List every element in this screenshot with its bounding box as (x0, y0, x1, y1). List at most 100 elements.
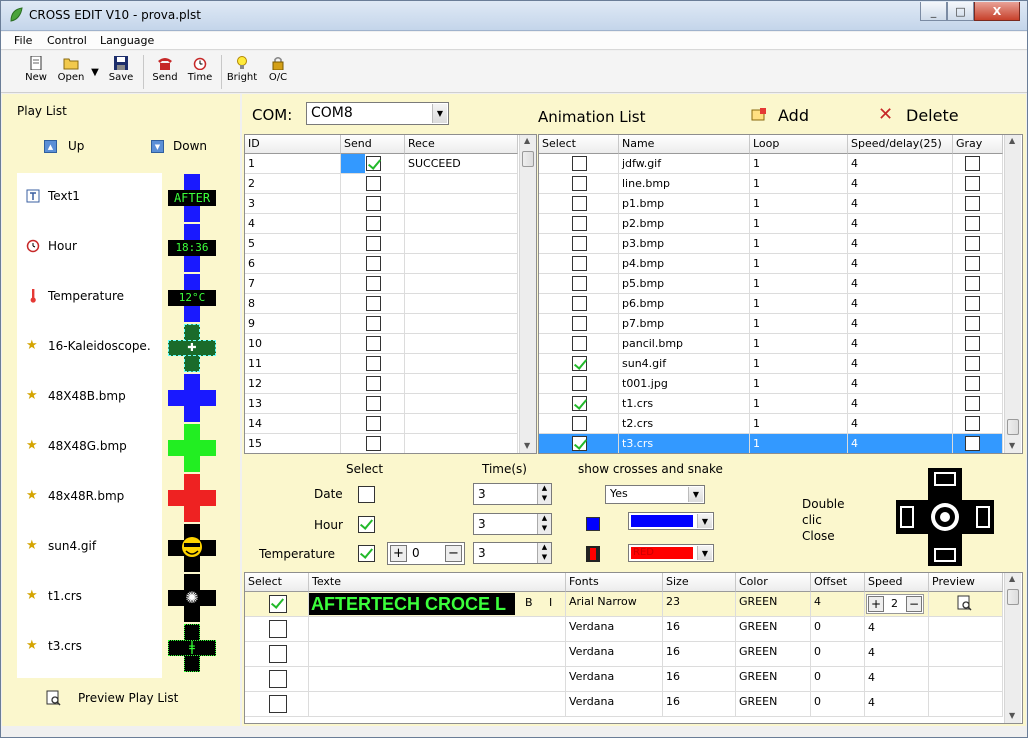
select-checkbox[interactable] (572, 256, 587, 271)
hour-time-spinner[interactable]: 3 ▲ ▼ (473, 513, 552, 535)
table-row[interactable]: 12 (245, 374, 518, 394)
preview-icon[interactable] (957, 595, 973, 611)
table-row[interactable]: 1 SUCCEED (245, 154, 518, 174)
hour-checkbox[interactable] (358, 516, 375, 533)
playlist-item[interactable]: ★ 48X48G.bmp (18, 424, 162, 474)
playlist-item[interactable]: ★ 48x48R.bmp (18, 474, 162, 524)
send-button[interactable]: Send (149, 53, 181, 91)
col-header[interactable]: Loop (750, 135, 848, 154)
table-row[interactable]: t3.crs 1 4 (539, 434, 1003, 453)
select-checkbox[interactable] (572, 436, 587, 451)
table-row[interactable]: 15 (245, 434, 518, 453)
table-row[interactable]: line.bmp 1 4 (539, 174, 1003, 194)
select-checkbox[interactable] (572, 276, 587, 291)
date-time-spinner[interactable]: 3 ▲ ▼ (473, 483, 552, 505)
col-header[interactable]: Select (539, 135, 619, 154)
col-header[interactable]: Select (245, 573, 309, 592)
send-checkbox[interactable] (366, 336, 381, 351)
select-checkbox[interactable] (572, 396, 587, 411)
save-button[interactable]: Save (105, 53, 137, 91)
menu-file[interactable]: File (14, 34, 32, 47)
table-row[interactable]: 4 (245, 214, 518, 234)
table-row[interactable]: t001.jpg 1 4 (539, 374, 1003, 394)
gray-checkbox[interactable] (965, 336, 980, 351)
table-row[interactable]: 9 (245, 314, 518, 334)
select-checkbox[interactable] (572, 316, 587, 331)
text-select-checkbox[interactable] (269, 620, 287, 638)
table-row[interactable]: jdfw.gif 1 4 (539, 154, 1003, 174)
minus-icon[interactable]: − (445, 545, 462, 562)
gray-checkbox[interactable] (965, 316, 980, 331)
table-row[interactable]: Verdana 16 GREEN 0 4 (245, 692, 1003, 717)
select-checkbox[interactable] (572, 416, 587, 431)
table-row[interactable]: 8 (245, 294, 518, 314)
playlist-item[interactable]: ★ sun4.gif (18, 524, 162, 574)
table-row[interactable]: t2.crs 1 4 (539, 414, 1003, 434)
italic-button[interactable]: I (549, 596, 552, 609)
down-button[interactable]: ▼ Down (151, 139, 221, 155)
col-header[interactable]: Fonts (566, 573, 663, 592)
select-checkbox[interactable] (572, 176, 587, 191)
send-checkbox[interactable] (366, 276, 381, 291)
table-row[interactable]: p5.bmp 1 4 (539, 274, 1003, 294)
bold-button[interactable]: B (525, 596, 533, 609)
table-row[interactable]: 10 (245, 334, 518, 354)
menu-language[interactable]: Language (100, 34, 154, 47)
gray-checkbox[interactable] (965, 196, 980, 211)
table-row[interactable]: 6 (245, 254, 518, 274)
col-header[interactable]: Speed/delay(25) (848, 135, 953, 154)
gray-checkbox[interactable] (965, 256, 980, 271)
playlist-item[interactable]: ★ t3.crs (18, 624, 162, 674)
add-button[interactable]: Add (748, 106, 823, 126)
table-row[interactable]: 2 (245, 174, 518, 194)
col-header[interactable]: Size (663, 573, 736, 592)
gray-checkbox[interactable] (965, 376, 980, 391)
send-checkbox[interactable] (366, 416, 381, 431)
color2-select[interactable]: RED ▼ (628, 544, 714, 562)
text-grid-scrollbar[interactable]: ▲ ▼ (1004, 573, 1021, 723)
select-checkbox[interactable] (572, 236, 587, 251)
delete-button[interactable]: ✕ Delete (878, 104, 968, 126)
col-header[interactable]: Rece (405, 135, 518, 154)
gray-checkbox[interactable] (965, 396, 980, 411)
date-checkbox[interactable] (358, 486, 375, 503)
speed-stepper[interactable]: +2− (866, 594, 924, 614)
select-checkbox[interactable] (572, 156, 587, 171)
playlist-item[interactable]: ★ 48X48B.bmp (18, 374, 162, 424)
table-row[interactable]: 5 (245, 234, 518, 254)
animation-grid-scrollbar[interactable]: ▲ ▼ (1004, 135, 1021, 453)
send-checkbox[interactable] (366, 296, 381, 311)
select-checkbox[interactable] (572, 296, 587, 311)
text-select-checkbox[interactable] (269, 645, 287, 663)
col-header[interactable]: Gray (953, 135, 1003, 154)
playlist-item[interactable]: Hour (18, 224, 162, 274)
menu-control[interactable]: Control (47, 34, 87, 47)
col-header[interactable]: Send (341, 135, 405, 154)
new-button[interactable]: New (21, 53, 51, 91)
text-select-checkbox[interactable] (269, 595, 287, 613)
table-row[interactable]: p7.bmp 1 4 (539, 314, 1003, 334)
playlist-item[interactable]: Text1 (18, 174, 162, 224)
table-row[interactable]: Verdana 16 GREEN 0 4 (245, 667, 1003, 692)
table-row[interactable]: AFTERTECH CROCE L B I Arial Narrow 23 GREEN 4 +… (245, 592, 1003, 617)
col-header[interactable]: Color (736, 573, 811, 592)
col-header[interactable]: Texte (309, 573, 566, 592)
send-grid-scrollbar[interactable]: ▲ ▼ (519, 135, 536, 453)
table-row[interactable]: pancil.bmp 1 4 (539, 334, 1003, 354)
col-header[interactable]: Offset (811, 573, 865, 592)
table-row[interactable]: Verdana 16 GREEN 0 4 (245, 642, 1003, 667)
gray-checkbox[interactable] (965, 236, 980, 251)
gray-checkbox[interactable] (965, 416, 980, 431)
table-row[interactable]: p4.bmp 1 4 (539, 254, 1003, 274)
gray-checkbox[interactable] (965, 356, 980, 371)
send-checkbox[interactable] (366, 196, 381, 211)
send-checkbox[interactable] (366, 436, 381, 451)
send-checkbox[interactable] (366, 256, 381, 271)
gray-checkbox[interactable] (965, 296, 980, 311)
col-header[interactable]: ID (245, 135, 341, 154)
color1-select[interactable]: BLUE ▼ (628, 512, 714, 530)
table-row[interactable]: t1.crs 1 4 (539, 394, 1003, 414)
text-select-checkbox[interactable] (269, 670, 287, 688)
plus-icon[interactable]: + (868, 596, 884, 612)
table-row[interactable]: p2.bmp 1 4 (539, 214, 1003, 234)
